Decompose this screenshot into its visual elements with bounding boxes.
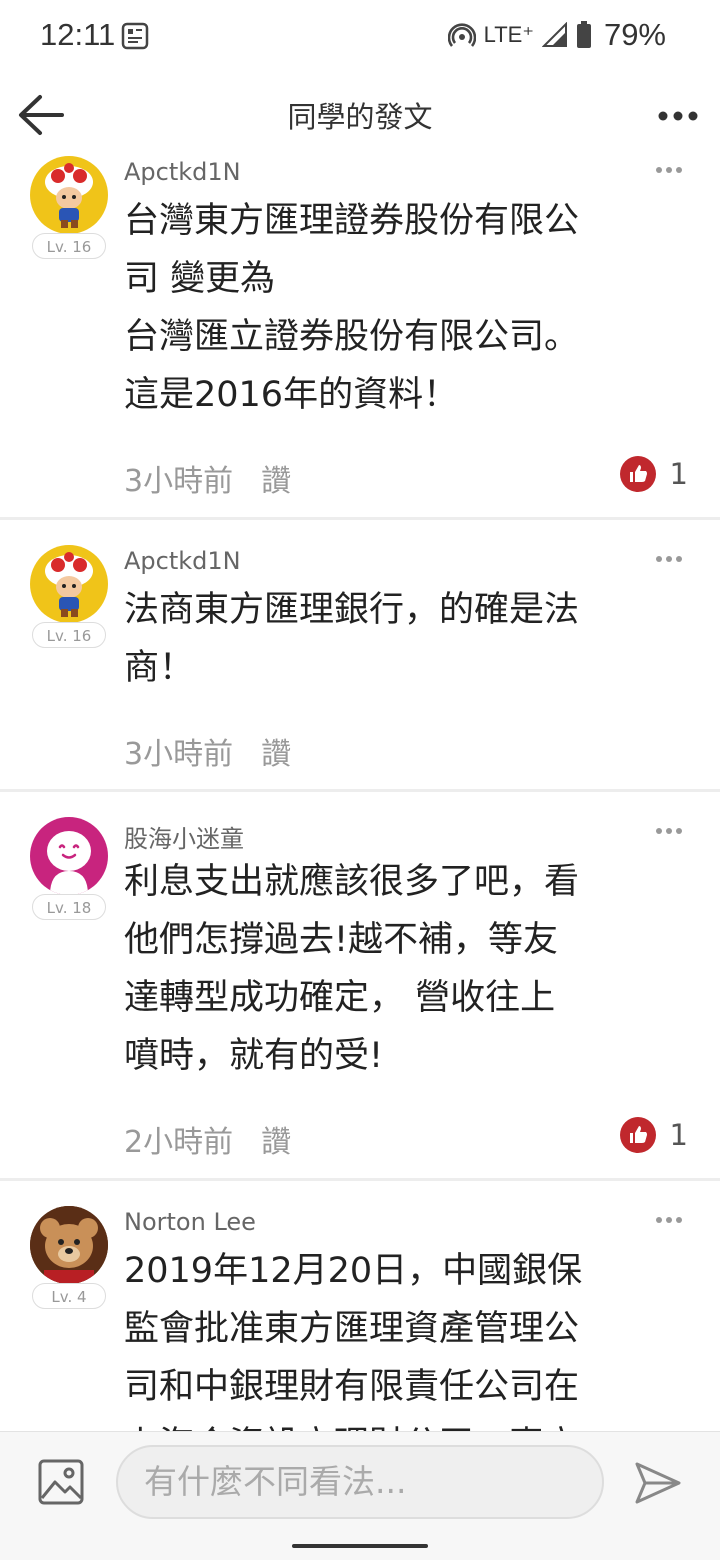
signal-icon [541, 22, 567, 47]
level-badge: Lv. 4 [32, 1283, 106, 1309]
avatar[interactable] [30, 1206, 108, 1284]
home-gesture-bar[interactable] [292, 1544, 428, 1548]
author-name[interactable]: Apctkd1N [124, 158, 241, 186]
level-badge: Lv. 16 [32, 233, 106, 259]
status-bar: 12:11 LTE⁺ 79% [0, 0, 720, 72]
thumbs-up-icon [619, 1117, 656, 1153]
hotspot-icon [447, 23, 476, 47]
post-time: 2小時前 [124, 1125, 234, 1160]
like-summary[interactable]: 1 [619, 1117, 688, 1153]
post-more-icon[interactable] [656, 166, 682, 174]
post-content: 法商東方匯理銀行，的確是法 商！ [124, 590, 580, 688]
post-item: Lv. 16 Apctkd1N 台灣東方匯理證券股份有限公 司 變更為 台灣匯立… [0, 144, 720, 520]
toad-avatar-icon [45, 163, 93, 228]
smiley-avatar-icon [47, 831, 91, 895]
author-name[interactable]: Norton Lee [124, 1208, 256, 1236]
status-time: 12:11 [40, 17, 116, 52]
notification-icon [121, 22, 149, 50]
comment-input[interactable]: 有什麼不同看法... [116, 1445, 604, 1519]
like-button[interactable]: 讚 [261, 737, 291, 772]
like-summary[interactable]: 1 [619, 456, 688, 492]
toad-avatar-icon [45, 552, 93, 617]
gesture-nav-area [0, 1531, 720, 1560]
like-count: 1 [669, 1118, 688, 1152]
comment-composer: 有什麼不同看法... [0, 1431, 720, 1532]
avatar[interactable] [30, 817, 108, 895]
like-button[interactable]: 讚 [261, 1125, 291, 1160]
status-icons: LTE⁺ 79% [447, 17, 666, 53]
like-count: 1 [669, 457, 688, 491]
image-attach-icon[interactable] [37, 1458, 85, 1506]
post-item: Lv. 16 Apctkd1N 法商東方匯理銀行，的確是法 商！ 3小時前讚 [0, 533, 720, 792]
post-content: 2019年12月20日，中國銀保 監會批准東方匯理資產管理公 司和中銀理財有限責… [124, 1251, 583, 1431]
network-type: LTE⁺ [483, 22, 534, 47]
post-more-icon[interactable] [656, 555, 682, 563]
level-badge: Lv. 16 [32, 622, 106, 648]
avatar[interactable] [30, 545, 108, 623]
more-options-icon[interactable] [658, 110, 698, 122]
send-icon[interactable] [634, 1460, 682, 1506]
post-item: Lv. 18 股海小迷童 利息支出就應該很多了吧，看 他們怎撐過去!越不補，等友… [0, 805, 720, 1181]
post-meta: 2小時前讚 [124, 1117, 291, 1161]
battery-icon [576, 21, 591, 48]
author-name[interactable]: 股海小迷童 [124, 819, 244, 854]
post-more-icon[interactable] [656, 1216, 682, 1224]
avatar[interactable] [30, 156, 108, 234]
post-content: 台灣東方匯理證券股份有限公 司 變更為 台灣匯立證券股份有限公司。 這是2016… [124, 201, 580, 415]
post-meta: 3小時前讚 [124, 729, 291, 773]
like-button[interactable]: 讚 [261, 464, 291, 499]
post-time: 3小時前 [124, 464, 234, 499]
author-name[interactable]: Apctkd1N [124, 547, 241, 575]
battery-percent: 79% [603, 17, 666, 52]
thumbs-up-icon [619, 456, 656, 492]
post-time: 3小時前 [124, 737, 234, 772]
post-more-icon[interactable] [656, 827, 682, 835]
post-meta: 3小時前讚 [124, 456, 291, 500]
teddy-bear-avatar-icon [30, 1206, 108, 1284]
page-title: 同學的發文 [287, 100, 433, 134]
post-item: Lv. 4 Norton Lee 2019年12月20日，中國銀保 監會批准東方… [0, 1194, 720, 1431]
post-content: 利息支出就應該很多了吧，看 他們怎撐過去!越不補，等友 達轉型成功確定， 營收往… [124, 862, 580, 1076]
level-badge: Lv. 18 [32, 894, 106, 920]
